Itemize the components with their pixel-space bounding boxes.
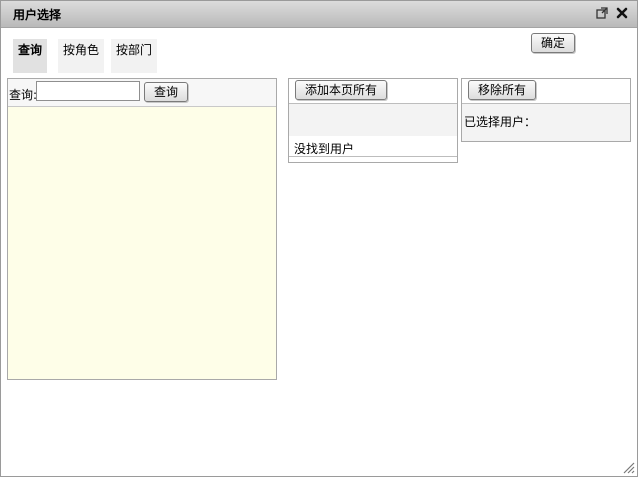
dialog-title: 用户选择 [13,8,62,22]
search-input[interactable] [36,81,140,101]
dialog-titlebar[interactable]: 用户选择 [1,1,637,28]
user-tree-area[interactable] [8,107,276,379]
user-select-dialog: 用户选择 查询 按角色 按部门 确定 查询: 查询 添加本页所有 没找到用户 移… [0,0,638,477]
tab-search[interactable]: 查询 [13,39,48,73]
selected-users-panel: 移除所有 已选择用户： [461,78,631,142]
list-header-band [289,104,457,136]
user-list-panel: 添加本页所有 没找到用户 [288,78,458,163]
search-row: 查询: 查询 [8,79,276,107]
tab-by-department[interactable]: 按部门 [111,39,158,73]
search-button[interactable]: 查询 [144,82,189,102]
popout-icon[interactable] [595,6,609,20]
selected-users-label: 已选择用户： [464,115,537,129]
close-icon[interactable] [615,6,629,20]
tab-by-role[interactable]: 按角色 [58,39,105,73]
search-label: 查询: [9,88,38,102]
search-panel: 查询: 查询 [7,78,277,380]
remove-all-button[interactable]: 移除所有 [468,80,537,100]
confirm-button[interactable]: 确定 [531,33,576,53]
no-users-text: 没找到用户 [294,142,355,156]
resize-grip-icon[interactable] [621,460,635,474]
add-all-on-page-button[interactable]: 添加本页所有 [295,80,388,100]
divider [289,156,457,157]
